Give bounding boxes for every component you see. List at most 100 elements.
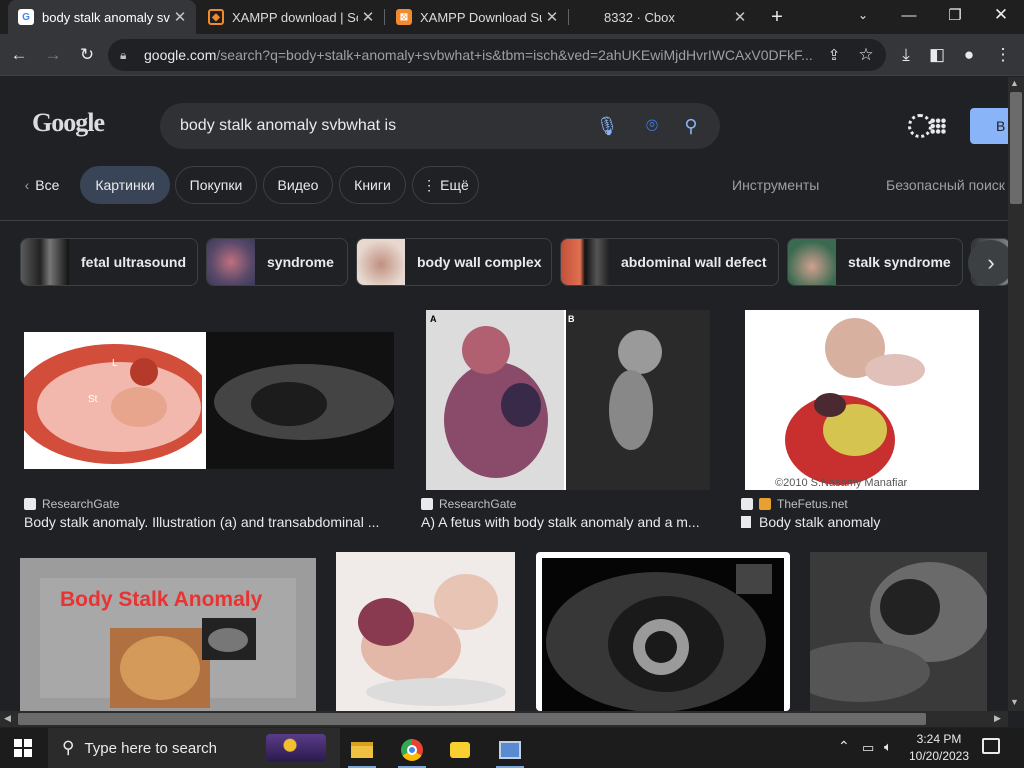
microphone-icon[interactable]: 🎙︎ [594, 113, 620, 139]
tab-separator [568, 9, 569, 25]
result-source[interactable]: ResearchGate [24, 497, 119, 511]
filter-shopping[interactable]: Покупки [175, 166, 257, 204]
result-caption[interactable]: Body stalk anomaly. Illustration (a) and… [24, 514, 394, 530]
download-icon[interactable]: ⤓ [893, 42, 919, 68]
close-icon[interactable]: ✕ [730, 8, 750, 26]
result-source[interactable]: TheFetus.net [741, 497, 848, 511]
clock-time: 3:24 PM [916, 732, 962, 746]
researchgate-icon [24, 498, 36, 510]
google-apps-icon[interactable] [930, 118, 946, 134]
chip-thumbnail [561, 239, 609, 285]
google-doodle-logo[interactable]: Google [32, 108, 105, 138]
search-icon[interactable]: ⚲ [678, 113, 704, 139]
body-stalk-title-image: Body Stalk Anomaly [20, 558, 316, 711]
chevron-up-icon[interactable]: ⌃ [838, 738, 850, 755]
vertical-scrollbar-thumb[interactable] [1010, 92, 1022, 204]
thefetus-icon [741, 498, 753, 510]
chip-body-wall-complex[interactable]: body wall complex [356, 238, 552, 286]
file-explorer-icon[interactable] [342, 732, 382, 768]
grayscale-ultrasound-image [810, 562, 987, 702]
taskbar-search-box[interactable]: ⚲ Type here to search [48, 728, 340, 768]
restore-icon[interactable]: ❐ [932, 0, 978, 30]
illustration-ultrasound-image: St L [24, 332, 394, 469]
minimize-icon[interactable]: — [886, 0, 932, 30]
tools-link[interactable]: Инструменты [732, 177, 819, 193]
close-window-icon[interactable]: ✕ [978, 0, 1024, 30]
horizontal-scrollbar-thumb[interactable] [18, 713, 926, 725]
chip-stalk-syndrome[interactable]: stalk syndrome [787, 238, 963, 286]
result-image-5[interactable] [336, 552, 515, 711]
menu-icon[interactable]: ⋮ [990, 42, 1016, 68]
result-image-6[interactable] [536, 552, 790, 711]
result-image-1[interactable]: St L [24, 332, 394, 469]
volume-muted-icon[interactable]: 🔈︎ [884, 739, 892, 755]
taskbar-clock[interactable]: 3:24 PM 10/20/2023 [904, 731, 974, 765]
safesearch-link[interactable]: Безопасный поиск [886, 177, 1005, 193]
document-icon [741, 516, 751, 528]
scroll-down-arrow-icon[interactable]: ▼ [1010, 697, 1019, 707]
tab-xampp-success[interactable]: ⊠ XAMPP Download Succ ✕ [386, 0, 568, 34]
xampp-icon: ⊠ [396, 9, 412, 25]
xampp-icon: ◆ [208, 9, 224, 25]
reload-icon[interactable]: ↻ [74, 42, 100, 68]
google-lens-icon[interactable]: ⌾ [639, 113, 665, 139]
result-image-3[interactable]: ©2010 S.Nasamy Manafiar [745, 310, 979, 490]
tab-title: 8332 · Cbox [604, 9, 675, 25]
tab-title: body stalk anomaly svbw [42, 9, 170, 25]
address-bar[interactable]: 🔒︎ google.com /search?q=body+stalk+anoma… [108, 39, 886, 71]
chip-syndrome[interactable]: syndrome [206, 238, 348, 286]
tab-google-search[interactable]: G body stalk anomaly svbw ✕ [8, 0, 196, 34]
share-icon[interactable]: ⇪ [821, 42, 847, 68]
search-input[interactable]: body stalk anomaly svbwhat is [160, 103, 720, 149]
fetus-photo-xray-image: A B [426, 310, 710, 490]
scroll-right-arrow-icon[interactable]: ▶ [994, 713, 1001, 724]
profile-icon[interactable]: ● [956, 42, 982, 68]
chip-thumbnail [207, 239, 255, 285]
filter-books[interactable]: Книги [339, 166, 406, 204]
more-vert-icon: ⋮ [422, 176, 437, 193]
forward-icon[interactable]: → [40, 42, 66, 68]
tab-separator [384, 9, 385, 25]
new-tab-icon[interactable]: + [764, 4, 790, 30]
tab-title: XAMPP Download Succ [420, 9, 542, 25]
windows-start-icon[interactable] [14, 739, 32, 757]
filter-video[interactable]: Видео [263, 166, 333, 204]
notifications-icon[interactable] [982, 738, 1000, 754]
chip-thumbnail [788, 239, 836, 285]
chip-abdominal-wall-defect[interactable]: abdominal wall defect [560, 238, 779, 286]
url-path: /search?q=body+stalk+anomaly+svbwhat+is&… [216, 47, 813, 63]
result-caption[interactable]: A) A fetus with body stalk anomaly and a… [421, 514, 711, 530]
house-icon [759, 498, 771, 510]
search-icon: ⚲ [62, 738, 75, 757]
result-image-4[interactable]: Body Stalk Anomaly [20, 558, 316, 711]
close-icon[interactable]: ✕ [170, 8, 190, 26]
image-label: B [568, 314, 575, 324]
result-image-7[interactable] [810, 552, 987, 711]
filter-more[interactable]: ⋮ Ещё [412, 166, 479, 204]
filter-all[interactable]: ‹ Все [14, 166, 70, 204]
tab-cbox[interactable]: 8332 · Cbox ✕ [570, 0, 756, 34]
chrome-icon[interactable] [392, 732, 432, 768]
result-source[interactable]: ResearchGate [421, 497, 516, 511]
newborn-photo-image [358, 574, 506, 706]
scroll-up-arrow-icon[interactable]: ▲ [1010, 78, 1019, 88]
bookmark-star-icon[interactable]: ☆ [853, 42, 879, 68]
chip-thumbnail [357, 239, 405, 285]
sign-in-button[interactable]: В [970, 108, 1010, 144]
tab-xampp-download[interactable]: ◆ XAMPP download | Sou ✕ [198, 0, 384, 34]
settings-gear-icon[interactable] [908, 114, 932, 138]
filter-images[interactable]: Картинки [80, 166, 170, 204]
chip-fetal-ultrasound[interactable]: fetal ultrasound [20, 238, 198, 286]
close-icon[interactable]: ✕ [358, 8, 378, 26]
result-caption[interactable]: Body stalk anomaly [741, 514, 981, 530]
tab-search-icon[interactable]: ⌄ [840, 0, 886, 30]
sticky-notes-icon[interactable] [440, 732, 480, 768]
close-icon[interactable]: ✕ [542, 8, 562, 26]
remote-desktop-icon[interactable] [490, 732, 530, 768]
result-image-2[interactable]: A B [426, 310, 710, 490]
scroll-left-arrow-icon[interactable]: ◀ [4, 713, 11, 724]
taskbar-search-placeholder: Type here to search [84, 739, 218, 757]
side-panel-icon[interactable]: ◧ [924, 42, 950, 68]
network-icon[interactable]: ▭ [862, 740, 874, 756]
back-icon[interactable]: ← [6, 42, 32, 68]
